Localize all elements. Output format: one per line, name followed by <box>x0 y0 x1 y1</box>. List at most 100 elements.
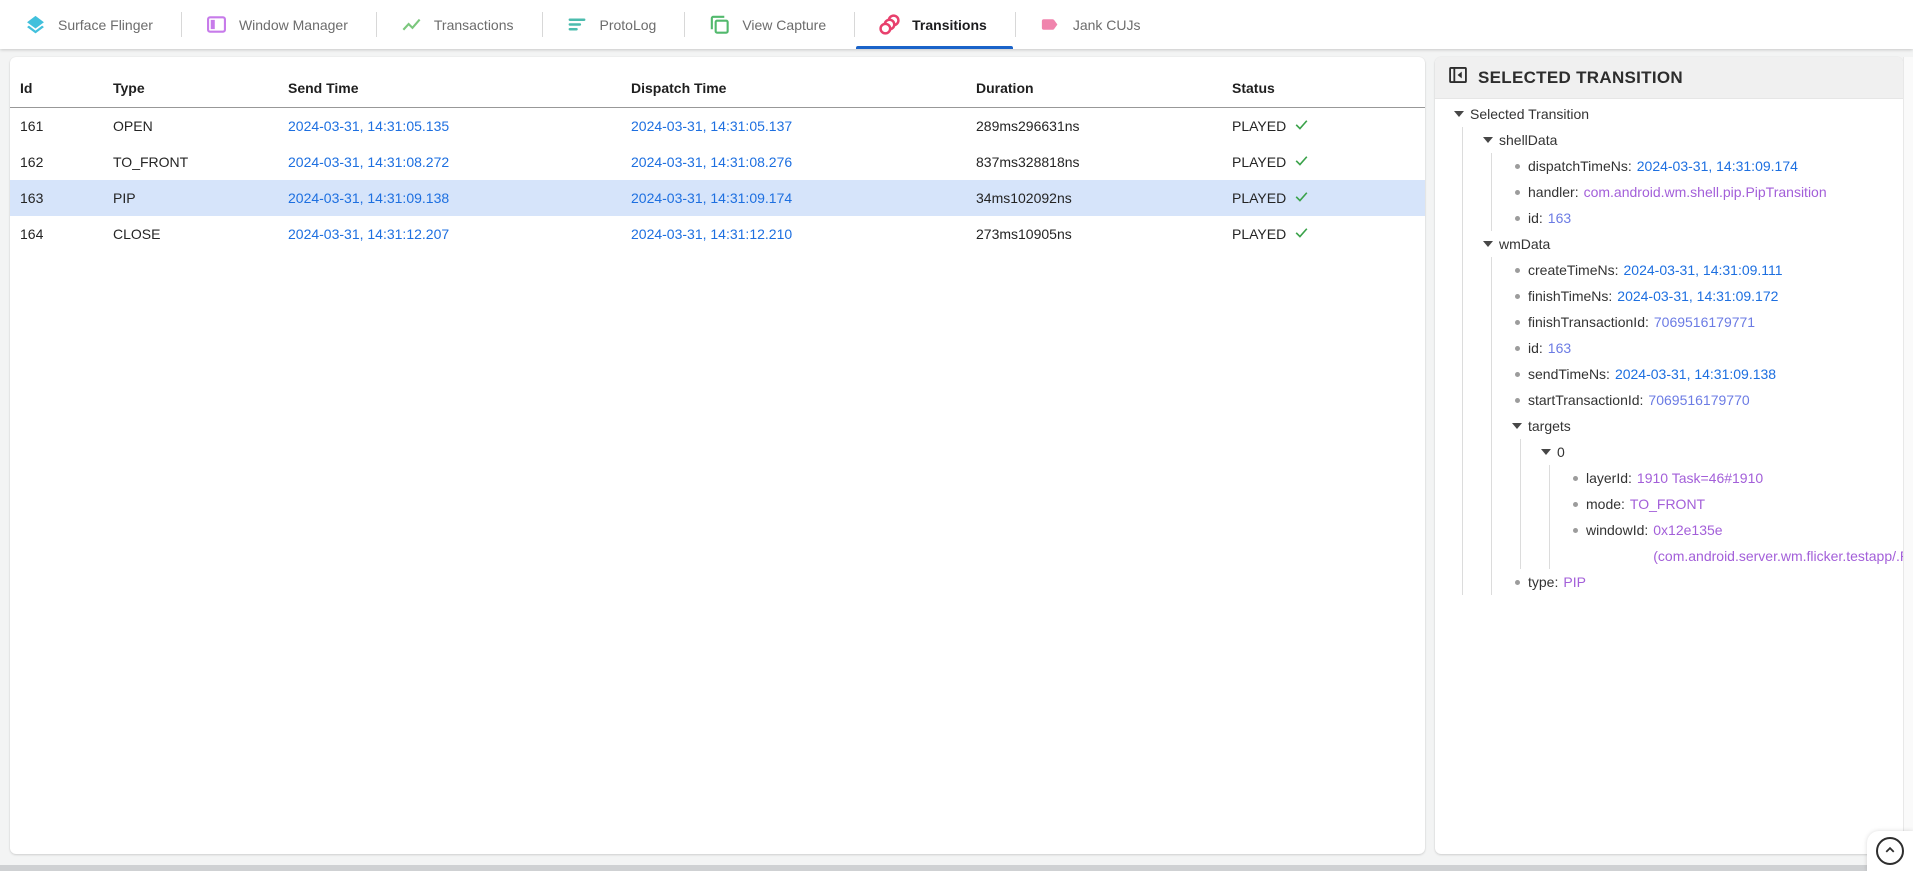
column-header-send-time: Send Time <box>288 80 631 96</box>
cell-type: TO_FRONT <box>113 154 288 170</box>
table-header-row: IdTypeSend TimeDispatch TimeDurationStat… <box>10 57 1425 108</box>
chevron-down-icon[interactable] <box>1541 439 1557 465</box>
table-row-161[interactable]: 161OPEN2024-03-31, 14:31:05.1352024-03-3… <box>10 108 1425 144</box>
tree-label: 0 <box>1557 439 1565 465</box>
tree-value-windowid: 0x12e135e (com.android.server.wm.flicker… <box>1653 517 1903 569</box>
cell-duration: 289ms296631ns <box>976 118 1232 134</box>
tab-view-capture[interactable]: View Capture <box>684 0 854 49</box>
tree-leaf-windowid: windowId:0x12e135e (com.android.server.w… <box>1570 517 1889 569</box>
bullet-icon <box>1512 569 1528 595</box>
tree-node-targets[interactable]: targets <box>1512 413 1889 439</box>
dispatch-time-link[interactable]: 2024-03-31, 14:31:05.137 <box>631 118 976 134</box>
tree-leaf-handler: handler:com.android.wm.shell.pip.PipTran… <box>1512 179 1889 205</box>
panel-title: SELECTED TRANSITION <box>1478 68 1683 88</box>
trace-tab-bar: Surface Flinger Window Manager Transaction… <box>0 0 1913 49</box>
tree-label: shellData <box>1499 127 1557 153</box>
tree-value-finishtimens[interactable]: 2024-03-31, 14:31:09.172 <box>1617 283 1778 309</box>
horizontal-scrollbar[interactable] <box>0 865 1913 871</box>
vertical-split-icon <box>1448 65 1468 90</box>
check-icon <box>1293 189 1310 207</box>
tab-surface-flinger[interactable]: Surface Flinger <box>0 0 181 49</box>
tab-transactions[interactable]: Transactions <box>376 0 542 49</box>
cell-type: OPEN <box>113 118 288 134</box>
dispatch-time-link[interactable]: 2024-03-31, 14:31:12.210 <box>631 226 976 242</box>
tree-node-selected-transition[interactable]: Selected Transition <box>1454 101 1889 127</box>
tree-label: sendTimeNs: <box>1528 361 1615 387</box>
vertical-scrollbar[interactable] <box>1903 57 1913 854</box>
tree-label: createTimeNs: <box>1528 257 1624 283</box>
selected-transition-panel: SELECTED TRANSITION Selected Transitions… <box>1435 57 1903 854</box>
dispatch-time-link[interactable]: 2024-03-31, 14:31:09.174 <box>631 190 976 206</box>
bullet-icon <box>1512 361 1528 387</box>
tree-value-createtimens[interactable]: 2024-03-31, 14:31:09.111 <box>1624 257 1783 283</box>
send-time-link[interactable]: 2024-03-31, 14:31:12.207 <box>288 226 631 242</box>
table-row-162[interactable]: 162TO_FRONT2024-03-31, 14:31:08.2722024-… <box>10 144 1425 180</box>
send-time-link[interactable]: 2024-03-31, 14:31:09.138 <box>288 190 631 206</box>
tree-value-sendtimens[interactable]: 2024-03-31, 14:31:09.138 <box>1615 361 1776 387</box>
column-header-duration: Duration <box>976 80 1232 96</box>
tab-window-manager[interactable]: Window Manager <box>181 0 376 49</box>
tree-label: windowId: <box>1586 517 1653 543</box>
chevron-down-icon[interactable] <box>1483 231 1499 257</box>
tree-leaf-type: type:PIP <box>1512 569 1889 595</box>
cell-type: PIP <box>113 190 288 206</box>
tree-value-type: PIP <box>1563 569 1586 595</box>
tree-node-shelldata[interactable]: shellData <box>1483 127 1889 153</box>
send-time-link[interactable]: 2024-03-31, 14:31:05.135 <box>288 118 631 134</box>
table-row-164[interactable]: 164CLOSE2024-03-31, 14:31:12.2072024-03-… <box>10 216 1425 252</box>
transitions-table-card: IdTypeSend TimeDispatch TimeDurationStat… <box>10 57 1425 854</box>
chevron-down-icon[interactable] <box>1483 127 1499 153</box>
check-icon <box>1293 117 1310 135</box>
tree-node-0[interactable]: 0 <box>1541 439 1889 465</box>
tree-node-wmdata[interactable]: wmData <box>1483 231 1889 257</box>
tree-value-dispatchtimens[interactable]: 2024-03-31, 14:31:09.174 <box>1637 153 1798 179</box>
check-icon <box>1293 153 1310 171</box>
tree-label: dispatchTimeNs: <box>1528 153 1637 179</box>
tree-label: mode: <box>1586 491 1630 517</box>
tab-transitions[interactable]: Transitions <box>854 0 1015 49</box>
tree-leaf-id: id:163 <box>1512 335 1889 361</box>
tab-label: View Capture <box>742 17 826 33</box>
tree-label: handler: <box>1528 179 1584 205</box>
tree-leaf-dispatchtimens: dispatchTimeNs:2024-03-31, 14:31:09.174 <box>1512 153 1889 179</box>
bullet-icon <box>1512 205 1528 231</box>
bullet-icon <box>1512 153 1528 179</box>
properties-tree: Selected TransitionshellDatadispatchTime… <box>1435 99 1903 595</box>
dispatch-time-link[interactable]: 2024-03-31, 14:31:08.276 <box>631 154 976 170</box>
cell-duration: 837ms328818ns <box>976 154 1232 170</box>
column-header-type: Type <box>113 80 288 96</box>
bullet-icon <box>1570 465 1586 491</box>
table-row-163[interactable]: 163PIP2024-03-31, 14:31:09.1382024-03-31… <box>10 180 1425 216</box>
tab-label: Transactions <box>434 17 514 33</box>
tab-label: Window Manager <box>239 17 348 33</box>
tree-value-finishtransactionid: 7069516179771 <box>1654 309 1755 335</box>
tab-protolog[interactable]: ProtoLog <box>542 0 685 49</box>
layers-icon <box>24 13 47 36</box>
cell-id: 164 <box>20 226 113 242</box>
tree-leaf-finishtransactionid: finishTransactionId:7069516179771 <box>1512 309 1889 335</box>
cell-id: 161 <box>20 118 113 134</box>
tree-children: shellDatadispatchTimeNs:2024-03-31, 14:3… <box>1462 127 1889 595</box>
bullet-icon <box>1512 179 1528 205</box>
expand-bottom-panel-button[interactable] <box>1876 837 1904 865</box>
cell-status: PLAYED <box>1232 225 1425 243</box>
tree-value-id: 163 <box>1548 205 1571 231</box>
tree-label: finishTransactionId: <box>1528 309 1654 335</box>
tag-icon <box>1039 13 1062 36</box>
tab-jank-cujs[interactable]: Jank CUJs <box>1015 0 1169 49</box>
tree-children: createTimeNs:2024-03-31, 14:31:09.111 fin… <box>1491 257 1889 595</box>
send-time-link[interactable]: 2024-03-31, 14:31:08.272 <box>288 154 631 170</box>
tree-value-layerid: 1910 Task=46#1910 <box>1637 465 1763 491</box>
bullet-icon <box>1570 491 1586 517</box>
chevron-down-icon[interactable] <box>1454 101 1470 127</box>
status-label: PLAYED <box>1232 154 1286 170</box>
tab-label: Jank CUJs <box>1073 17 1141 33</box>
tree-label: wmData <box>1499 231 1550 257</box>
cell-id: 162 <box>20 154 113 170</box>
chevron-down-icon[interactable] <box>1512 413 1528 439</box>
tree-value-id: 163 <box>1548 335 1571 361</box>
status-label: PLAYED <box>1232 118 1286 134</box>
tree-value-mode: TO_FRONT <box>1630 491 1705 517</box>
window-icon <box>205 13 228 36</box>
tree-leaf-layerid: layerId:1910 Task=46#1910 <box>1570 465 1889 491</box>
